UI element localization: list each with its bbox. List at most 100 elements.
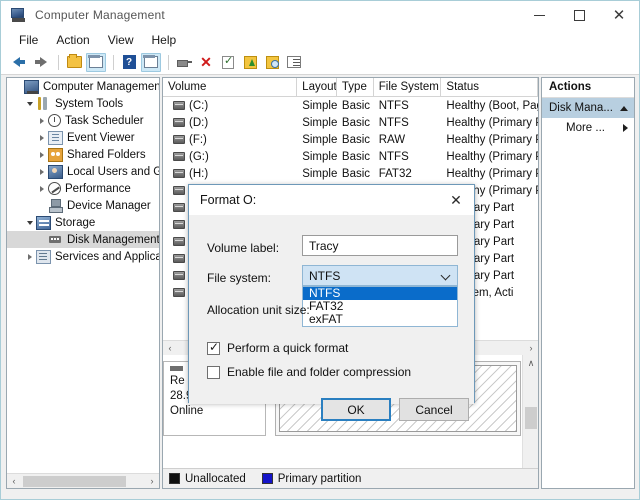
file-system-combobox[interactable]: NTFS [302,265,458,286]
menu-action[interactable]: Action [47,31,98,49]
ok-button[interactable]: OK [321,398,391,421]
file-system-option-exfat[interactable]: exFAT [303,313,457,326]
format-dialog-close-icon[interactable]: ✕ [438,185,474,215]
computer-management-window: Computer Management ✕ File Action View H… [0,0,640,500]
chevron-right-icon[interactable] [35,134,48,141]
tree-scroll-left-button[interactable]: ‹ [7,474,21,489]
allocation-unit-size-label: Allocation unit size: [207,303,310,317]
tree-item-services-and-applicatio[interactable]: Services and Applicatio [7,248,159,265]
connect-icon[interactable] [174,53,194,72]
volume-row[interactable]: (H:) Simple Basic FAT32 Healthy (Primary Par… [163,165,538,182]
forward-icon[interactable] [31,53,51,72]
disk-scroll-thumb[interactable] [525,407,537,429]
tree-horizontal-scrollbar[interactable]: ‹ › [7,473,159,488]
tree-scroll-track[interactable] [21,473,145,488]
column-header-status[interactable]: Status [441,78,538,97]
export-icon[interactable] [240,53,260,72]
back-icon[interactable] [9,53,29,72]
column-header-volume[interactable]: Volume [163,78,298,97]
tree-item-computer-management-l[interactable]: Computer Management (l [7,78,159,95]
volume-layout-cell: Simple [302,150,337,163]
tree-item-system-tools[interactable]: System Tools [7,95,159,112]
compression-checkbox[interactable] [207,365,220,379]
up-folder-icon[interactable] [64,53,84,72]
tree-item-shared-folders[interactable]: Shared Folders [7,146,159,163]
legend-label-primary: Primary partition [277,472,362,485]
list-view-icon[interactable] [284,53,304,72]
volume-row[interactable]: (F:) Simple Basic RAW Healthy (Primary Part [163,131,538,148]
actions-pane-title: Actions [542,78,634,98]
compression-label: Enable file and folder compression [227,365,412,379]
format-dialog-title-bar: Format O: ✕ [189,185,474,215]
volume-cell: (D:) [163,117,297,129]
file-system-dropdown-list[interactable]: NTFS FAT32 exFAT [302,286,458,327]
column-header-type[interactable]: Type [337,78,374,97]
tree-item-local-users-and-gro[interactable]: Local Users and Gro [7,163,159,180]
tree-scroll-right-button[interactable]: › [145,474,159,489]
legend-label-unallocated: Unallocated [185,472,246,485]
tree-item-disk-management[interactable]: Disk Management [7,231,159,248]
close-button[interactable]: ✕ [599,1,639,29]
volume-row[interactable]: (C:) Simple Basic NTFS Healthy (Boot, Page F [163,97,538,114]
volume-cell: (F:) [163,134,297,146]
volume-scroll-right-button[interactable]: › [524,341,538,356]
tree-item-performance[interactable]: Performance [7,180,159,197]
volume-icon [173,135,185,144]
volume-label-label: Volume label: [207,241,280,255]
volume-row[interactable]: (D:) Simple Basic NTFS Healthy (Primary Part [163,114,538,131]
volume-row[interactable]: (G:) Simple Basic NTFS Healthy (Primary Part [163,148,538,165]
menu-view[interactable]: View [99,31,143,49]
console-tree-pane: Computer Management (l System Tools Task S… [6,77,160,489]
volume-list-header: Volume Layout Type File System Status [163,78,538,97]
tree-item-label: Shared Folders [67,148,146,161]
volume-status-cell: Healthy (Primary Part [446,133,538,146]
toolbar-separator [168,54,169,70]
volume-name: (D:) [189,116,209,129]
column-header-file-system[interactable]: File System [374,78,442,97]
delete-icon[interactable]: ✕ [196,53,216,72]
chevron-down-icon[interactable] [23,101,36,106]
chevron-right-icon[interactable] [35,117,48,124]
chevron-up-icon[interactable] [620,105,628,111]
volume-icon [173,152,185,161]
menu-file[interactable]: File [10,31,47,49]
actions-item-more[interactable]: More ... [542,118,634,138]
help-icon[interactable]: ? [119,53,139,72]
cancel-button[interactable]: Cancel [399,398,469,421]
chevron-right-icon[interactable] [35,168,48,175]
chevron-right-icon[interactable] [23,253,36,260]
tree-item-label: Storage [55,216,96,229]
volume-layout-cell: Simple [302,133,337,146]
chevron-right-icon[interactable] [35,185,48,192]
tree-item-event-viewer[interactable]: Event Viewer [7,129,159,146]
quick-format-row[interactable]: Perform a quick format [207,340,348,355]
volume-label-input[interactable]: Tracy [302,235,458,256]
storage-icon [36,215,51,230]
tree-item-task-scheduler[interactable]: Task Scheduler [7,112,159,129]
chevron-down-icon[interactable] [442,272,450,280]
menu-help[interactable]: Help [143,31,186,49]
actions-group-header[interactable]: Disk Mana... [542,98,634,118]
volume-scroll-left-button[interactable]: ‹ [163,341,177,356]
search-icon[interactable] [262,53,282,72]
maximize-button[interactable] [559,1,599,29]
volume-cell: (G:) [163,151,297,163]
console-tree: Computer Management (l System Tools Task S… [7,78,159,265]
disk-scroll-up-button[interactable]: ∧ [523,355,538,371]
tree-item-device-manager[interactable]: Device Manager [7,197,159,214]
chevron-down-icon[interactable] [23,220,36,225]
format-dialog: Format O: ✕ Volume label: Tracy File sys… [188,184,475,421]
tree-item-storage[interactable]: Storage [7,214,159,231]
actions-group-label: Disk Mana... [549,102,613,114]
volume-fs-cell: RAW [378,133,406,146]
properties-icon[interactable] [218,53,238,72]
compression-row[interactable]: Enable file and folder compression [207,365,411,379]
show-hide-action-pane-icon[interactable] [141,52,161,72]
show-hide-console-tree-icon[interactable] [86,52,106,72]
minimize-button[interactable] [519,1,559,29]
chevron-right-icon[interactable] [35,151,48,158]
system-tools-icon [36,96,51,111]
tree-scroll-thumb[interactable] [23,475,126,487]
quick-format-checkbox[interactable] [207,340,220,355]
column-header-layout[interactable]: Layout [297,78,337,97]
